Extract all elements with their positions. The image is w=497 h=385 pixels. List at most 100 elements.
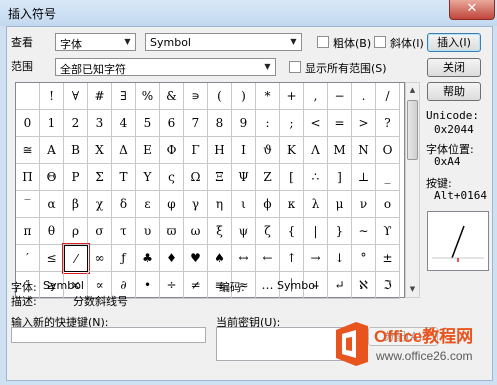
- symbol-cell[interactable]: }: [328, 218, 352, 245]
- symbol-cell[interactable]: [: [280, 164, 304, 191]
- symbol-cell[interactable]: ε: [136, 191, 160, 218]
- symbol-cell[interactable]: →: [304, 245, 328, 272]
- bold-checkbox[interactable]: [317, 36, 329, 48]
- symbol-cell[interactable]: ℑ: [376, 272, 400, 299]
- close-button[interactable]: 关闭: [427, 58, 481, 77]
- symbol-cell[interactable]: ξ: [208, 218, 232, 245]
- symbol-cell[interactable]: Ω: [184, 164, 208, 191]
- symbol-cell[interactable]: ⁄: [62, 243, 90, 274]
- symbol-cell[interactable]: .: [352, 83, 376, 110]
- symbol-cell[interactable]: ∃: [112, 83, 136, 110]
- symbol-cell[interactable]: ϒ: [376, 218, 400, 245]
- symbol-grid[interactable]: ! ∀ # ∃% & ∍() * +, −./ 0 1 2 3 4 5 6 7 8 9:; < = >? ≅ Α Β Χ Δ Ε Φ Γ Η…: [15, 82, 405, 299]
- symbol-cell[interactable]: ƒ: [112, 245, 136, 272]
- symbol-cell[interactable]: ←: [256, 245, 280, 272]
- symbol-cell[interactable]: Η: [208, 137, 232, 164]
- symbol-cell[interactable]: ∴: [304, 164, 328, 191]
- symbol-cell[interactable]: Κ: [280, 137, 304, 164]
- symbol-cell[interactable]: Α: [40, 137, 64, 164]
- symbol-cell[interactable]: 0: [16, 110, 40, 137]
- symbol-cell[interactable]: ∞: [88, 245, 112, 272]
- scroll-up-icon[interactable]: ▲: [406, 83, 419, 98]
- symbol-cell[interactable]: ϑ: [256, 137, 280, 164]
- symbol-cell[interactable]: Ψ: [232, 164, 256, 191]
- symbol-cell[interactable]: α: [40, 191, 64, 218]
- symbol-cell[interactable]: Σ: [88, 164, 112, 191]
- italic-checkbox[interactable]: [374, 36, 386, 48]
- symbol-cell[interactable]: ω: [184, 218, 208, 245]
- symbol-cell[interactable]: ≠: [184, 272, 208, 299]
- symbol-cell[interactable]: /: [376, 83, 400, 110]
- symbol-cell[interactable]: ψ: [232, 218, 256, 245]
- symbol-cell[interactable]: χ: [88, 191, 112, 218]
- symbol-cell[interactable]: 8: [208, 110, 232, 137]
- symbol-cell[interactable]: λ: [304, 191, 328, 218]
- symbol-cell[interactable]: ς: [160, 164, 184, 191]
- symbol-cell[interactable]: :: [256, 110, 280, 137]
- symbol-cell[interactable]: 5: [136, 110, 160, 137]
- symbol-cell[interactable]: ≤: [40, 245, 64, 272]
- symbol-cell[interactable]: _: [376, 164, 400, 191]
- symbol-cell[interactable]: ♣: [136, 245, 160, 272]
- symbol-cell[interactable]: ↔: [232, 245, 256, 272]
- symbol-cell[interactable]: τ: [112, 218, 136, 245]
- symbol-cell[interactable]: Θ: [40, 164, 64, 191]
- symbol-cell[interactable]: Ξ: [208, 164, 232, 191]
- symbol-cell[interactable]: γ: [184, 191, 208, 218]
- symbol-cell[interactable]: π: [16, 218, 40, 245]
- symbol-cell[interactable]: ?: [376, 110, 400, 137]
- symbol-cell[interactable]: 6: [160, 110, 184, 137]
- symbol-cell[interactable]: ο: [376, 191, 400, 218]
- symbol-cell[interactable]: μ: [328, 191, 352, 218]
- symbol-cell[interactable]: Ρ: [64, 164, 88, 191]
- font-name-combo[interactable]: Symbol ▼: [145, 33, 302, 51]
- symbol-cell[interactable]: ν: [352, 191, 376, 218]
- symbol-cell[interactable]: Γ: [184, 137, 208, 164]
- symbol-cell[interactable]: Β: [64, 137, 88, 164]
- symbol-cell[interactable]: σ: [88, 218, 112, 245]
- scroll-down-icon[interactable]: ▼: [406, 282, 419, 297]
- symbol-cell[interactable]: ‾: [16, 191, 40, 218]
- symbol-cell[interactable]: −: [328, 83, 352, 110]
- symbol-cell[interactable]: 9: [232, 110, 256, 137]
- symbol-cell[interactable]: Τ: [112, 164, 136, 191]
- symbol-cell[interactable]: Μ: [328, 137, 352, 164]
- symbol-cell[interactable]: ±: [376, 245, 400, 272]
- symbol-cell[interactable]: ↓: [328, 245, 352, 272]
- symbol-cell[interactable]: !: [40, 83, 64, 110]
- symbol-cell[interactable]: ′: [16, 245, 40, 272]
- range-combo[interactable]: 全部已知字符 ▼: [55, 58, 276, 76]
- symbol-cell[interactable]: +: [280, 83, 304, 110]
- symbol-cell[interactable]: ↑: [280, 245, 304, 272]
- symbol-cell[interactable]: %: [136, 83, 160, 110]
- symbol-cell[interactable]: ]: [328, 164, 352, 191]
- symbol-cell[interactable]: Ο: [376, 137, 400, 164]
- symbol-cell[interactable]: 1: [40, 110, 64, 137]
- symbol-cell[interactable]: ζ: [256, 218, 280, 245]
- symbol-cell[interactable]: 3: [88, 110, 112, 137]
- symbol-cell[interactable]: Π: [16, 164, 40, 191]
- symbol-cell[interactable]: Ν: [352, 137, 376, 164]
- symbol-cell[interactable]: ♠: [208, 245, 232, 272]
- symbol-cell[interactable]: ∼: [352, 218, 376, 245]
- symbol-cell[interactable]: {: [280, 218, 304, 245]
- view-combo[interactable]: 字体 ▼: [55, 33, 136, 51]
- symbol-cell[interactable]: Υ: [136, 164, 160, 191]
- symbol-cell[interactable]: <: [304, 110, 328, 137]
- symbol-cell[interactable]: κ: [280, 191, 304, 218]
- symbol-cell[interactable]: υ: [136, 218, 160, 245]
- new-shortcut-input[interactable]: [11, 327, 206, 343]
- symbol-cell[interactable]: ι: [232, 191, 256, 218]
- symbol-cell[interactable]: &: [160, 83, 184, 110]
- symbol-cell[interactable]: ;: [280, 110, 304, 137]
- symbol-cell[interactable]: Δ: [112, 137, 136, 164]
- symbol-cell[interactable]: ∍: [184, 83, 208, 110]
- symbol-cell[interactable]: 2: [64, 110, 88, 137]
- symbol-cell[interactable]: ,: [304, 83, 328, 110]
- symbol-cell[interactable]: >: [352, 110, 376, 137]
- symbol-cell[interactable]: [16, 83, 40, 110]
- symbol-cell[interactable]: #: [88, 83, 112, 110]
- symbol-cell[interactable]: (: [208, 83, 232, 110]
- symbol-cell[interactable]: °: [352, 245, 376, 272]
- symbol-cell[interactable]: ∀: [64, 83, 88, 110]
